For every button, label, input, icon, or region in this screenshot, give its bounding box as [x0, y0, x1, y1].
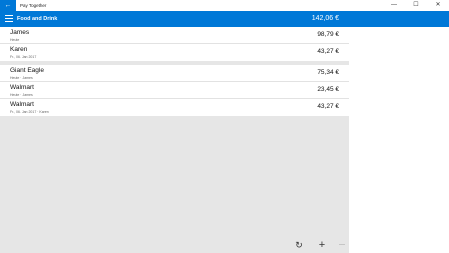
item-subtitle: Heute · James: [10, 76, 33, 80]
list-item[interactable]: Walmart Fr., 06. Jan 2017 · Karen 43,27 …: [0, 99, 349, 116]
hamburger-menu-icon[interactable]: [5, 15, 13, 23]
item-name: Walmart: [10, 101, 34, 108]
item-subtitle: Heute: [10, 38, 20, 42]
item-subtitle: Fr., 06. Jan 2017: [10, 55, 37, 59]
more-icon: ···: [339, 242, 345, 248]
add-icon: +: [318, 239, 326, 251]
add-button[interactable]: +: [315, 239, 329, 251]
item-amount: 98,79 €: [317, 31, 339, 38]
item-amount: 43,27 €: [317, 48, 339, 55]
command-bar: ↻ + ···: [288, 239, 349, 251]
app-title: Pay Together: [20, 3, 47, 8]
back-button[interactable]: ←: [0, 0, 16, 11]
item-name: Karen: [10, 46, 28, 53]
expense-list-pane: James Heute 98,79 € Karen Fr., 06. Jan 2…: [0, 27, 349, 253]
expense-group: Giant Eagle Heute · James 75,34 € Walmar…: [0, 65, 349, 116]
window-title-bar: ← Pay Together — ☐ ✕: [0, 0, 449, 11]
app-header: Food and Drink 142,06 €: [0, 11, 449, 27]
total-amount: 142,06 €: [311, 15, 339, 22]
item-amount: 75,34 €: [317, 69, 339, 76]
item-name: Walmart: [10, 84, 34, 91]
detail-pane: [349, 27, 449, 253]
refresh-button[interactable]: ↻: [292, 239, 306, 251]
item-amount: 23,45 €: [317, 86, 339, 93]
list-item[interactable]: Giant Eagle Heute · James 75,34 €: [0, 65, 349, 82]
minimize-button[interactable]: —: [383, 0, 405, 11]
item-subtitle: Fr., 06. Jan 2017 · Karen: [10, 110, 49, 114]
page-title: Food and Drink: [17, 16, 58, 22]
maximize-button[interactable]: ☐: [405, 0, 427, 11]
refresh-icon: ↻: [295, 240, 303, 250]
maximize-icon: ☐: [413, 2, 419, 8]
back-arrow-icon: ←: [4, 2, 12, 9]
more-button[interactable]: ···: [335, 239, 349, 251]
item-subtitle: Heute · James: [10, 93, 33, 97]
item-name: James: [10, 29, 30, 36]
list-item[interactable]: Karen Fr., 06. Jan 2017 43,27 €: [0, 44, 349, 61]
close-button[interactable]: ✕: [427, 0, 449, 11]
minimize-icon: —: [391, 2, 397, 8]
item-amount: 43,27 €: [317, 103, 339, 110]
person-balance-group: James Heute 98,79 € Karen Fr., 06. Jan 2…: [0, 27, 349, 61]
list-item[interactable]: Walmart Heute · James 23,45 €: [0, 82, 349, 99]
item-name: Giant Eagle: [10, 67, 44, 74]
close-icon: ✕: [435, 2, 441, 8]
list-item[interactable]: James Heute 98,79 €: [0, 27, 349, 44]
